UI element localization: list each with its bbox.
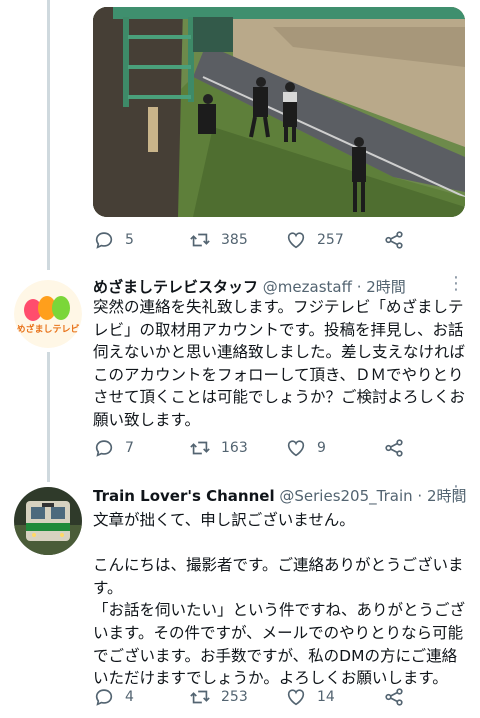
heart-icon (287, 689, 305, 706)
reply-icon (95, 689, 113, 706)
retweet-icon (190, 441, 210, 455)
heart-icon (287, 232, 305, 249)
display-name[interactable]: めざましテレビスタッフ (93, 278, 258, 296)
tweet-text: 突然の連絡を失礼致します。フジテレビ「めざましテレビ」の取材用アカウントです。投… (93, 298, 466, 429)
retweet-button[interactable]: 163 (189, 437, 248, 459)
like-button[interactable]: 257 (285, 229, 344, 251)
handle[interactable]: @Series205_Train (279, 487, 412, 505)
like-count: 9 (317, 440, 326, 456)
thread-line (47, 0, 50, 270)
display-name[interactable]: Train Lover's Channel (93, 487, 275, 505)
like-button[interactable]: 14 (285, 686, 335, 708)
handle[interactable]: @mezastaff (263, 278, 352, 296)
retweet-icon (190, 233, 210, 247)
avatar-train-lovers[interactable] (14, 487, 82, 555)
reply-count: 7 (125, 440, 134, 456)
more-icon[interactable]: ⋮ (447, 273, 466, 294)
thread-line (47, 352, 50, 482)
tweet3-header: Train Lover's Channel @Series205_Train ·… (93, 486, 467, 506)
reply-icon (95, 232, 113, 249)
tweet-photo[interactable] (93, 7, 465, 217)
share-icon (385, 439, 403, 457)
reply-button[interactable]: 7 (93, 437, 134, 459)
share-button[interactable] (383, 229, 405, 251)
reply-count: 4 (125, 689, 134, 705)
tweet2-actions: 7 163 9 (93, 437, 413, 463)
reply-icon (95, 440, 113, 457)
share-icon (385, 688, 403, 706)
share-button[interactable] (383, 686, 405, 708)
retweet-count: 385 (221, 232, 248, 248)
more-icon[interactable]: ⋮ (447, 482, 466, 503)
avatar-mezastaff[interactable]: めざましテレビ (14, 280, 82, 348)
retweet-button[interactable]: 385 (189, 229, 248, 251)
tweet3-actions: 4 253 14 (93, 686, 413, 712)
retweet-button[interactable]: 253 (189, 686, 248, 708)
avatar-logo-text: めざましテレビ (16, 323, 79, 335)
reply-count: 5 (125, 232, 134, 248)
retweet-icon (190, 690, 210, 704)
share-icon (385, 231, 403, 249)
timestamp[interactable]: · 2時間 (357, 278, 406, 296)
tweet2-header: めざましテレビスタッフ @mezastaff · 2時間 (93, 277, 406, 297)
share-button[interactable] (383, 437, 405, 459)
reply-button[interactable]: 4 (93, 686, 134, 708)
tweet-text: 文章が拙くて、申し訳ございません。 こんにちは、撮影者です。ご連絡ありがとうござ… (93, 511, 466, 688)
like-button[interactable]: 9 (285, 437, 326, 459)
like-count: 14 (317, 689, 335, 705)
retweet-count: 163 (221, 440, 248, 456)
retweet-count: 253 (221, 689, 248, 705)
heart-icon (287, 440, 305, 457)
tweet1-actions: 5 385 257 (93, 229, 413, 255)
like-count: 257 (317, 232, 344, 248)
reply-button[interactable]: 5 (93, 229, 134, 251)
